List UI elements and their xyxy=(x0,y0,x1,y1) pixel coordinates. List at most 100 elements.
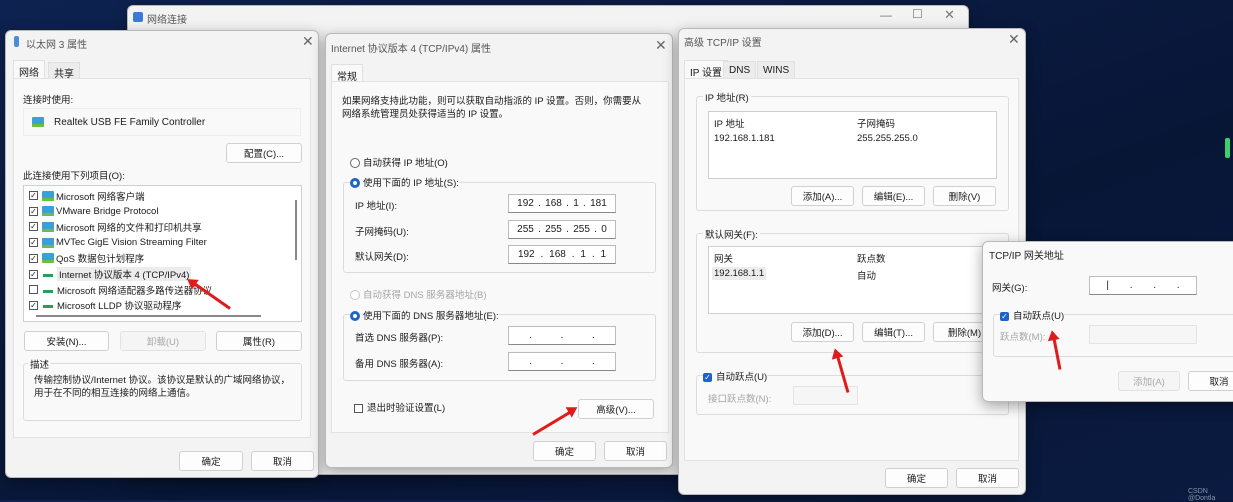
tab-sharing[interactable]: 共享 xyxy=(48,62,80,80)
list-item[interactable]: ✓ Internet 协议版本 4 (TCP/IPv4) xyxy=(29,267,192,282)
column-header-ip[interactable]: IP 地址 xyxy=(714,116,744,130)
checkbox-checked[interactable]: ✓ xyxy=(29,238,38,248)
radio-label: 自动获得 DNS 服务器地址(B) xyxy=(363,290,487,301)
octet: 0 xyxy=(601,224,607,235)
ip-address-input[interactable]: 192. 168. 1. 181 xyxy=(508,194,616,213)
list-item-label: Internet 协议版本 4 (TCP/IPv4) xyxy=(57,267,192,281)
manual-dns-radio[interactable]: 使用下面的 DNS 服务器地址(E): xyxy=(350,308,499,322)
properties-button[interactable]: 属性(R) xyxy=(216,331,302,351)
list-item-label: Microsoft LLDP 协议驱动程序 xyxy=(57,301,182,313)
gateway-edit-button[interactable]: 编辑(T)... xyxy=(862,322,925,342)
radio-on xyxy=(350,178,360,189)
octet: 192 xyxy=(517,198,534,209)
gateway-input[interactable]: |... xyxy=(1089,276,1197,295)
list-item[interactable]: ✓ Microsoft LLDP 协议驱动程序 xyxy=(29,298,181,313)
auto-metric-checkbox[interactable]: ✓ 自动跃点(U) xyxy=(1000,308,1065,322)
dialog-title: Internet 协议版本 4 (TCP/IPv4) 属性 xyxy=(331,44,492,55)
ip-edit-button[interactable]: 编辑(E)... xyxy=(862,186,925,206)
close-button[interactable]: ✕ xyxy=(944,7,955,23)
metric-input xyxy=(1089,325,1197,344)
install-button[interactable]: 安装(N)... xyxy=(24,331,109,351)
cancel-button[interactable]: 取消 xyxy=(1188,371,1233,391)
radio-off xyxy=(350,158,360,169)
close-icon[interactable]: ✕ xyxy=(655,37,667,54)
configure-button[interactable]: 配置(C)... xyxy=(226,143,302,163)
radio-label: 使用下面的 DNS 服务器地址(E): xyxy=(363,311,499,322)
adapter-name: Realtek USB FE Family Controller xyxy=(54,116,206,128)
checkbox-unchecked xyxy=(354,403,363,413)
ip-group-label: IP 地址(R) xyxy=(703,90,751,104)
column-header-gateway[interactable]: 网关 xyxy=(714,251,733,265)
checkbox-checked[interactable]: ✓ xyxy=(29,191,38,200)
octet-separator: . xyxy=(538,224,541,235)
cell-metric[interactable]: 自动 xyxy=(857,268,876,282)
cell-mask[interactable]: 255.255.255.0 xyxy=(857,133,918,144)
default-gateway-input[interactable]: 192. 168. 1. 1 xyxy=(508,245,616,264)
intro-text: 如果网络支持此功能，则可以获取自动指派的 IP 设置。否则，你需要从网络系统管理… xyxy=(342,96,642,120)
protocol-icon xyxy=(43,302,53,309)
close-icon[interactable]: ✕ xyxy=(302,33,314,50)
ip-label: IP 地址(I): xyxy=(355,201,398,212)
cancel-button[interactable]: 取消 xyxy=(604,441,667,461)
components-list[interactable]: ✓ Microsoft 网络客户端 ✓ VMware Bridge Protocol ✓… xyxy=(23,185,302,322)
tab-ip-settings[interactable]: IP 设置 xyxy=(684,60,729,79)
tab-network[interactable]: 网络 xyxy=(13,60,45,79)
connect-using-label: 连接时使用: xyxy=(23,95,74,106)
checkbox-checked[interactable]: ✓ xyxy=(29,222,38,232)
ok-button[interactable]: 确定 xyxy=(885,468,948,488)
network-icon xyxy=(42,206,54,217)
auto-metric-checkbox[interactable]: ✓ 自动跃点(U) xyxy=(703,369,768,383)
network-icon xyxy=(42,253,54,264)
cell-ip[interactable]: 192.168.1.181 xyxy=(714,133,775,144)
preferred-dns-input[interactable]: ... xyxy=(508,326,616,345)
radio-on xyxy=(350,311,360,322)
ip-add-button[interactable]: 添加(A)... xyxy=(791,186,854,206)
minimize-button[interactable]: — xyxy=(880,8,892,22)
ip-remove-button[interactable]: 删除(V) xyxy=(933,186,996,206)
gateway-add-button[interactable]: 添加(D)... xyxy=(791,322,854,342)
description-label: 描述 xyxy=(28,357,52,371)
checkbox-unchecked[interactable] xyxy=(29,285,38,295)
h-scrollbar[interactable] xyxy=(36,315,261,317)
add-button: 添加(A) xyxy=(1118,371,1180,391)
auto-ip-radio[interactable]: 自动获得 IP 地址(O) xyxy=(350,155,448,169)
list-item-label: Microsoft 网络的文件和打印机共享 xyxy=(56,222,202,234)
list-item[interactable]: ✓ MVTec GigE Vision Streaming Filter xyxy=(29,235,207,250)
list-item[interactable]: ✓ Microsoft 网络的文件和打印机共享 xyxy=(29,219,202,234)
tab-wins[interactable]: WINS xyxy=(757,61,796,78)
checkbox-checked[interactable]: ✓ xyxy=(29,206,38,216)
preferred-dns-label: 首选 DNS 服务器(P): xyxy=(355,333,444,344)
protocol-icon xyxy=(43,271,53,277)
column-header-mask[interactable]: 子网掩码 xyxy=(857,116,895,130)
column-header-metric[interactable]: 跃点数 xyxy=(857,251,886,265)
alternate-dns-input[interactable]: ... xyxy=(508,352,616,371)
tab-general[interactable]: 常规 xyxy=(331,64,363,83)
radio-label: 使用下面的 IP 地址(S): xyxy=(363,178,459,189)
ip-address-list[interactable]: IP 地址 子网掩码 192.168.1.181 255.255.255.0 xyxy=(708,111,997,179)
close-icon[interactable]: ✕ xyxy=(1008,31,1020,48)
tab-label: DNS xyxy=(729,65,751,76)
subnet-mask-input[interactable]: 255. 255. 255. 0 xyxy=(508,220,616,239)
manual-ip-radio[interactable]: 使用下面的 IP 地址(S): xyxy=(350,175,459,189)
gateway-list[interactable]: 网关 跃点数 192.168.1.1 自动 xyxy=(708,246,997,314)
ok-button[interactable]: 确定 xyxy=(179,451,243,471)
dialog-title: 高级 TCP/IP 设置 xyxy=(684,38,762,49)
list-item[interactable]: ✓ VMware Bridge Protocol xyxy=(29,204,158,219)
list-item[interactable]: ✓ Microsoft 网络客户端 xyxy=(29,188,145,203)
checkbox-checked[interactable]: ✓ xyxy=(29,269,38,279)
scrollbar[interactable] xyxy=(295,200,297,260)
list-item[interactable]: ✓ QoS 数据包计划程序 xyxy=(29,251,144,266)
cancel-button[interactable]: 取消 xyxy=(251,451,314,471)
validate-checkbox[interactable]: 退出时验证设置(L) xyxy=(354,400,445,414)
advanced-button[interactable]: 高级(V)... xyxy=(578,399,654,419)
ok-button[interactable]: 确定 xyxy=(533,441,596,461)
checkbox-checked[interactable]: ✓ xyxy=(29,300,38,310)
maximize-button[interactable]: ☐ xyxy=(912,7,923,21)
checkbox-checked[interactable]: ✓ xyxy=(29,253,38,263)
cancel-button[interactable]: 取消 xyxy=(956,468,1019,488)
tab-dns[interactable]: DNS xyxy=(723,61,757,78)
cell-gateway[interactable]: 192.168.1.1 xyxy=(712,267,767,280)
auto-dns-radio[interactable]: 自动获得 DNS 服务器地址(B) xyxy=(350,287,487,301)
gateway-label: 默认网关(D): xyxy=(355,252,409,263)
octet-separator: . xyxy=(566,224,569,235)
